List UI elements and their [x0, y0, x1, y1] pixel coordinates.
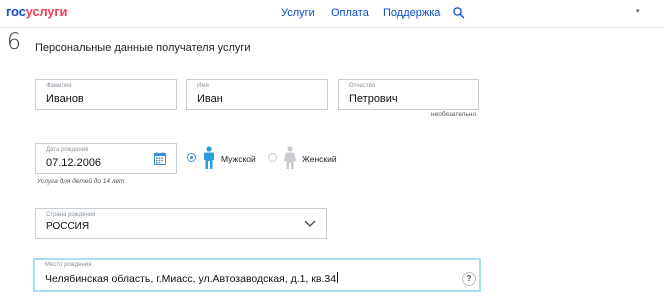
step-number: 6	[7, 30, 21, 55]
text-cursor	[337, 272, 339, 283]
birth-country-value: РОССИЯ	[46, 221, 90, 232]
surname-value: Иванов	[46, 93, 84, 105]
birth-date-label: Дата рождения	[46, 147, 89, 153]
logo-part-gos: гос	[6, 4, 26, 19]
name-value: Иван	[197, 93, 223, 105]
birth-place-value-wrap: Челябинская область, г.Миасс, ул.Автозав…	[45, 272, 339, 285]
birth-place-value: Челябинская область, г.Миасс, ул.Автозав…	[45, 273, 337, 285]
patronymic-field[interactable]: Отчество Петрович	[338, 79, 479, 110]
birth-date-field[interactable]: Дата рождения 07.12.2006	[35, 143, 177, 174]
gender-female-label[interactable]: Женский	[302, 154, 337, 164]
chevron-down-icon[interactable]	[304, 220, 316, 228]
female-icon	[284, 146, 296, 169]
gender-male-label[interactable]: Мужской	[221, 154, 256, 164]
nav-payment-link[interactable]: Оплата	[331, 7, 369, 19]
section-title: Персональные данные получателя услуги	[35, 42, 251, 54]
search-icon[interactable]	[452, 6, 466, 20]
gosuslugi-logo[interactable]: госуслуги	[6, 4, 68, 19]
name-field[interactable]: Имя Иван	[186, 79, 328, 110]
calendar-icon[interactable]	[154, 152, 166, 165]
birth-place-label: Место рождения	[45, 262, 92, 268]
surname-label: Фамилия	[46, 83, 72, 89]
male-icon	[204, 146, 214, 169]
nav-services-link[interactable]: Услуги	[281, 7, 315, 19]
gender-male-radio[interactable]	[187, 153, 196, 162]
birth-country-label: Страна рождения	[46, 212, 96, 218]
top-bar: госуслуги Услуги Оплата Поддержка ▾	[0, 0, 663, 28]
patronymic-value: Петрович	[349, 93, 398, 105]
birth-country-select[interactable]: Страна рождения РОССИЯ	[35, 208, 327, 239]
birth-date-value: 07.12.2006	[46, 157, 102, 169]
user-menu-chevron-icon[interactable]: ▾	[636, 7, 640, 15]
name-label: Имя	[197, 83, 209, 89]
logo-part-uslugi: услуги	[25, 4, 68, 19]
surname-field[interactable]: Фамилия Иванов	[35, 79, 177, 110]
patronymic-optional-hint: необязательно	[431, 111, 477, 118]
patronymic-label: Отчество	[349, 83, 376, 89]
help-question-button[interactable]: ?	[462, 272, 476, 286]
gender-female-radio[interactable]	[268, 153, 277, 162]
nav-support-link[interactable]: Поддержка	[383, 7, 440, 19]
birth-place-field[interactable]: Место рождения Челябинская область, г.Ми…	[33, 258, 481, 292]
birth-date-hint: Услуга для детей до 14 лет	[37, 178, 125, 185]
